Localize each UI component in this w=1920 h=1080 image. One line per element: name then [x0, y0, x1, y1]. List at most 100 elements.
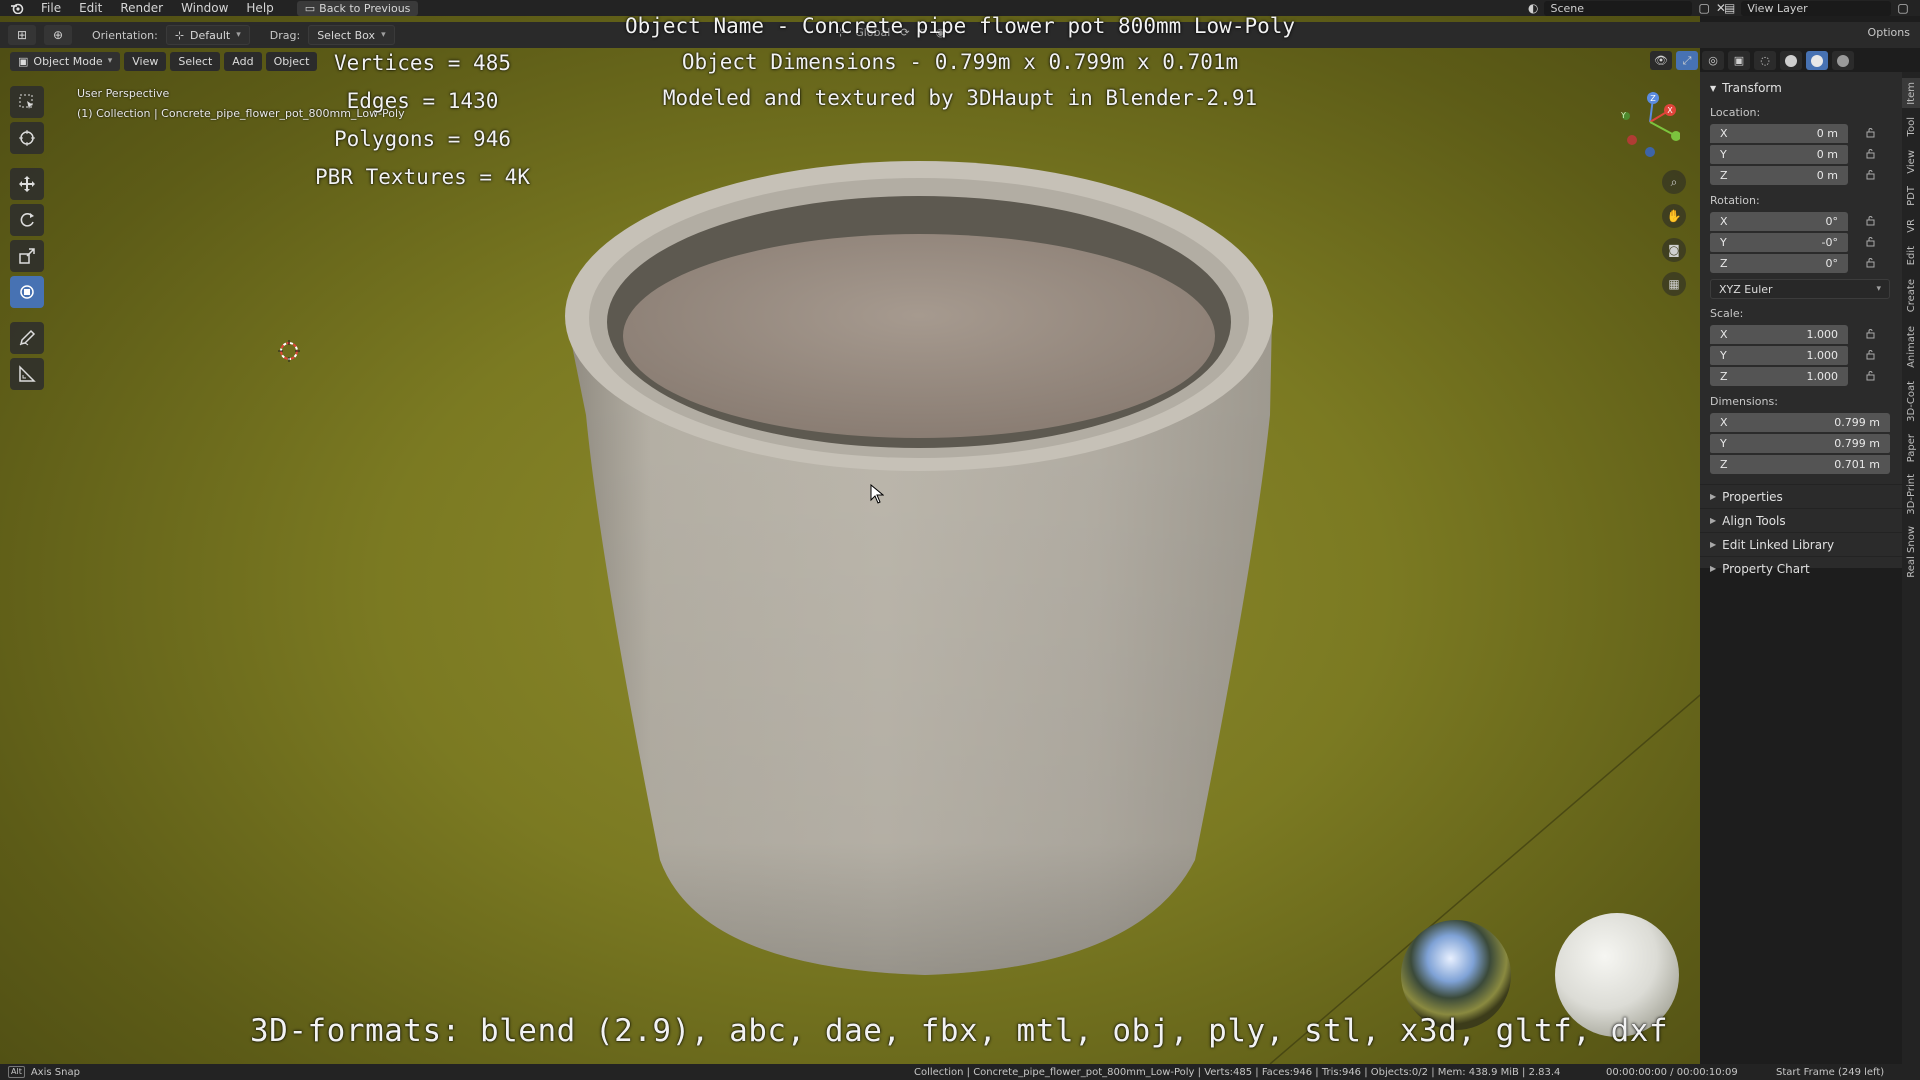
- editor-type-button[interactable]: ⊞: [8, 25, 36, 45]
- drag-dropdown[interactable]: Select Box ▾: [308, 25, 395, 45]
- lock-icon[interactable]: [1864, 257, 1876, 269]
- lock-icon[interactable]: [1864, 349, 1876, 361]
- 3d-cursor-icon[interactable]: [278, 340, 300, 362]
- options-dropdown[interactable]: Options: [1868, 26, 1910, 39]
- rotation-mode-dropdown[interactable]: XYZ Euler ▾: [1710, 279, 1890, 299]
- mouse-pointer-icon: [870, 484, 884, 504]
- ortho-grid-icon[interactable]: ▦: [1662, 272, 1686, 296]
- new-scene-icon[interactable]: ▢: [1698, 1, 1709, 15]
- menu-file[interactable]: File: [32, 0, 70, 16]
- new-view-layer-icon[interactable]: ▢: [1897, 1, 1908, 15]
- cursor-tool[interactable]: [10, 122, 44, 154]
- location-label: Location:: [1710, 106, 1761, 119]
- transform-panel-header[interactable]: ▼ Transform: [1700, 78, 1902, 98]
- lock-icon[interactable]: [1864, 370, 1876, 382]
- svg-text:Y: Y: [1620, 111, 1626, 120]
- rendered-shading-icon[interactable]: [1832, 51, 1854, 70]
- edit-linked-library-panel-header[interactable]: ▶ Edit Linked Library: [1700, 532, 1902, 556]
- tab-edit[interactable]: Edit: [1902, 242, 1920, 270]
- active-tool-button[interactable]: ⊕: [44, 25, 72, 45]
- cursor-icon: [19, 130, 35, 146]
- select-box-tool[interactable]: [10, 86, 44, 118]
- xray-icon[interactable]: ▣: [1728, 51, 1750, 70]
- property-chart-panel-header[interactable]: ▶ Property Chart: [1700, 556, 1902, 580]
- menu-select[interactable]: Select: [170, 51, 221, 71]
- tab-paper[interactable]: Paper: [1902, 430, 1920, 466]
- material-shading-icon[interactable]: [1806, 51, 1828, 70]
- tab-animate[interactable]: Animate: [1902, 322, 1920, 372]
- menu-view[interactable]: View: [124, 51, 167, 71]
- menu-add[interactable]: Add: [224, 51, 262, 71]
- mode-dropdown[interactable]: ▣ Object Mode ▾: [10, 51, 121, 71]
- menu-object[interactable]: Object: [265, 51, 318, 71]
- view-layer-icon: ▤: [1724, 1, 1736, 15]
- view-layer-selector[interactable]: ▤ View Layer ▢: [1724, 0, 1909, 16]
- transform-tool[interactable]: [10, 276, 44, 308]
- rotation-x-field[interactable]: X 0°: [1710, 211, 1848, 231]
- alt-key-badge: Alt: [8, 1066, 25, 1078]
- pan-hand-icon[interactable]: ✋: [1662, 204, 1686, 228]
- menu-window[interactable]: Window: [172, 0, 237, 16]
- tab-3d-print[interactable]: 3D-Print: [1902, 470, 1920, 518]
- menu-help[interactable]: Help: [237, 0, 282, 16]
- tab-3d-coat[interactable]: 3D-Coat: [1902, 376, 1920, 426]
- scale-y-field[interactable]: Y 1.000: [1710, 345, 1848, 365]
- visibility-icon[interactable]: 👁: [1650, 51, 1672, 70]
- axis-label: Z: [1720, 256, 1728, 270]
- tab-vr[interactable]: VR: [1902, 214, 1920, 238]
- tab-view[interactable]: View: [1902, 146, 1920, 178]
- tab-tool[interactable]: Tool: [1902, 112, 1920, 142]
- gizmo-toggle-icon[interactable]: ⤢: [1676, 51, 1698, 70]
- align-tools-panel-header[interactable]: ▶ Align Tools: [1700, 508, 1902, 532]
- scale-z-field[interactable]: Z 1.000: [1710, 366, 1848, 386]
- properties-panel-header[interactable]: ▶ Properties: [1700, 484, 1902, 508]
- wireframe-shading-icon[interactable]: ◌: [1754, 51, 1776, 70]
- scale-x-field[interactable]: X 1.000: [1710, 324, 1848, 344]
- dimensions-y-field[interactable]: Y 0.799 m: [1710, 433, 1890, 453]
- tab-item[interactable]: Item: [1902, 78, 1920, 108]
- navigation-gizmo[interactable]: Z X Y: [1610, 86, 1680, 166]
- location-x-field[interactable]: X 0 m: [1710, 123, 1848, 143]
- axis-label: X: [1720, 214, 1728, 228]
- move-tool[interactable]: [10, 168, 44, 200]
- scene-selector[interactable]: ◐ Scene ▢ ✕: [1528, 0, 1726, 16]
- tab-create[interactable]: Create: [1902, 274, 1920, 318]
- tab-pdt[interactable]: PDT: [1902, 182, 1920, 210]
- chevron-down-icon: ▾: [107, 56, 113, 66]
- rotate-tool[interactable]: [10, 204, 44, 236]
- rotate-icon: [20, 213, 34, 227]
- location-y-field[interactable]: Y 0 m: [1710, 144, 1848, 164]
- dimensions-z-field[interactable]: Z 0.701 m: [1710, 454, 1890, 474]
- 3d-viewport[interactable]: [0, 0, 1700, 1064]
- measure-tool[interactable]: [10, 358, 44, 390]
- lock-icon[interactable]: [1864, 215, 1876, 227]
- scene-name-field[interactable]: Scene: [1544, 0, 1693, 16]
- flower-pot-model[interactable]: [0, 0, 1700, 1064]
- zoom-icon[interactable]: ⌕: [1662, 170, 1686, 194]
- rotation-z-field[interactable]: Z 0°: [1710, 253, 1848, 273]
- lock-icon[interactable]: [1864, 328, 1876, 340]
- camera-view-icon[interactable]: ◙: [1662, 238, 1686, 262]
- dimensions-x-field[interactable]: X 0.799 m: [1710, 412, 1890, 432]
- rotation-y-field[interactable]: Y -0°: [1710, 232, 1848, 252]
- back-to-previous-button[interactable]: ▭ Back to Previous: [296, 0, 419, 16]
- lock-icon[interactable]: [1864, 148, 1876, 160]
- chevron-down-icon: ▾: [1876, 284, 1881, 294]
- view-layer-name-field[interactable]: View Layer: [1741, 0, 1892, 16]
- menu-render[interactable]: Render: [111, 0, 172, 16]
- scale-tool[interactable]: [10, 240, 44, 272]
- menu-edit[interactable]: Edit: [70, 0, 111, 16]
- collapsed-triangle-icon: ▶: [1710, 516, 1717, 525]
- tab-real-snow[interactable]: Real Snow: [1902, 522, 1920, 582]
- annotate-tool[interactable]: [10, 322, 44, 354]
- lock-icon[interactable]: [1864, 127, 1876, 139]
- scene-stats: Collection | Concrete_pipe_flower_pot_80…: [914, 1066, 1561, 1078]
- location-z-field[interactable]: Z 0 m: [1710, 165, 1848, 185]
- overlays-icon[interactable]: ◎: [1702, 51, 1724, 70]
- lock-icon[interactable]: [1864, 169, 1876, 181]
- solid-shading-icon[interactable]: [1780, 51, 1802, 70]
- lock-icon[interactable]: [1864, 236, 1876, 248]
- blender-logo-icon[interactable]: [8, 1, 26, 15]
- orientation-dropdown[interactable]: ⊹ Default ▾: [165, 25, 250, 45]
- field-value: 1.000: [1806, 348, 1839, 362]
